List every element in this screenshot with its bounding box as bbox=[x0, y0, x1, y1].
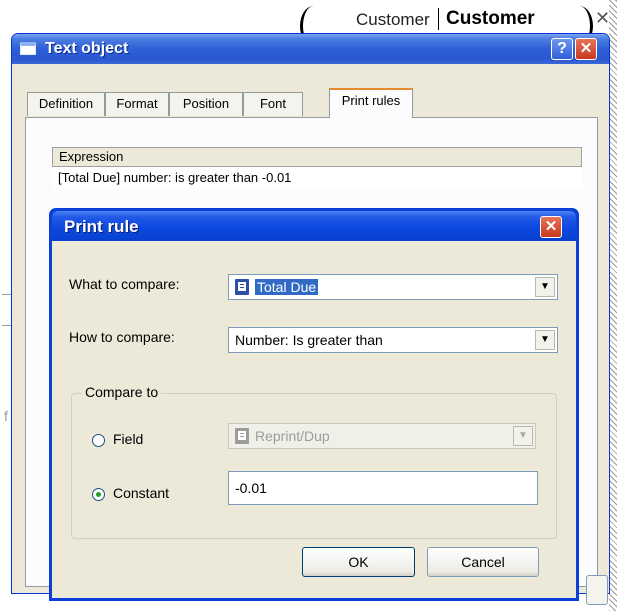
background-customer-label: Customer bbox=[356, 10, 430, 29]
print-rule-title: Print rule bbox=[64, 217, 139, 236]
field-dropdown-value: Reprint/Dup bbox=[255, 428, 330, 444]
expression-row[interactable]: [Total Due] number: is greater than -0.0… bbox=[52, 167, 582, 189]
constant-input-value: -0.01 bbox=[235, 480, 267, 496]
expression-column-header: Expression bbox=[52, 147, 582, 167]
ok-button[interactable]: OK bbox=[302, 547, 415, 577]
field-icon bbox=[235, 279, 249, 295]
tab-print-rules[interactable]: Print rules bbox=[329, 88, 413, 118]
tab-font[interactable]: Font bbox=[243, 92, 303, 116]
background-margin-letter: f bbox=[4, 408, 8, 424]
print-rule-titlebar[interactable]: Print rule ✕ bbox=[52, 211, 576, 241]
how-to-compare-dropdown[interactable]: Number: Is greater than ▼ bbox=[228, 327, 558, 353]
what-to-compare-dropdown[interactable]: Total Due ▼ bbox=[228, 274, 558, 300]
chevron-down-icon[interactable]: ▼ bbox=[513, 426, 533, 446]
print-rule-close-button[interactable]: ✕ bbox=[540, 216, 562, 238]
constant-input[interactable]: -0.01 bbox=[228, 471, 538, 505]
chevron-down-icon[interactable]: ▼ bbox=[535, 277, 555, 297]
text-object-titlebar[interactable]: Text object ? ✕ bbox=[12, 34, 609, 64]
tab-format[interactable]: Format bbox=[105, 92, 169, 116]
obscured-dialog-button[interactable] bbox=[586, 575, 608, 605]
how-to-compare-value: Number: Is greater than bbox=[235, 332, 383, 348]
background-customer-value: Customer bbox=[446, 8, 535, 29]
compare-to-legend: Compare to bbox=[82, 384, 162, 400]
tab-definition[interactable]: Definition bbox=[27, 92, 105, 116]
what-to-compare-label: What to compare: bbox=[69, 276, 180, 292]
constant-radio-label[interactable]: Constant bbox=[113, 485, 169, 501]
close-button[interactable]: ✕ bbox=[575, 38, 597, 60]
background-field-divider bbox=[438, 8, 439, 30]
print-rule-dialog: Print rule ✕ What to compare: Total Due … bbox=[49, 208, 579, 601]
how-to-compare-label: How to compare: bbox=[69, 329, 175, 345]
field-radio[interactable] bbox=[92, 434, 105, 447]
compare-to-groupbox bbox=[71, 393, 557, 539]
tab-position[interactable]: Position bbox=[169, 92, 243, 116]
field-icon bbox=[235, 428, 249, 444]
canvas-edge-hatching bbox=[609, 0, 617, 611]
print-rule-body: What to compare: Total Due ▼ How to comp… bbox=[52, 241, 576, 598]
what-to-compare-value: Total Due bbox=[255, 279, 319, 295]
field-radio-label[interactable]: Field bbox=[113, 431, 143, 447]
help-button[interactable]: ? bbox=[551, 38, 573, 60]
field-dropdown[interactable]: Reprint/Dup ▼ bbox=[228, 423, 536, 449]
background-close-icon: ✕ bbox=[595, 8, 611, 28]
window-title: Text object bbox=[45, 40, 129, 57]
window-icon bbox=[20, 42, 36, 55]
constant-radio[interactable] bbox=[92, 488, 105, 501]
cancel-button[interactable]: Cancel bbox=[427, 547, 539, 577]
chevron-down-icon[interactable]: ▼ bbox=[535, 330, 555, 350]
